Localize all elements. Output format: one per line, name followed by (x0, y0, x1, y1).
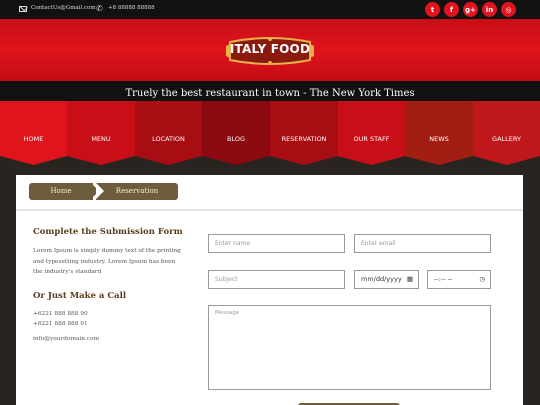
breadcrumb-current: Reservation (96, 183, 178, 200)
nav-zigzag-divider (0, 150, 540, 166)
topbar-email[interactable]: ContactUs@Gmail.com (31, 5, 96, 11)
call-heading: Or Just Make a Call (33, 291, 127, 301)
linkedin-icon[interactable]: in (482, 2, 497, 17)
date-placeholder: mm/dd/yyyy (361, 275, 402, 283)
form-description: Lorem Ipsum is simply dummy text of the … (33, 248, 181, 275)
breadcrumb-home[interactable]: Home (29, 183, 93, 200)
clock-icon[interactable]: ◷ (479, 271, 485, 288)
tagline-bar: Truely the best restaurant in town - The… (0, 81, 540, 101)
time-placeholder: --:-- -- (434, 275, 453, 283)
contact-phone-2[interactable]: +6221 888 888 91 (33, 321, 88, 327)
mail-icon (19, 6, 27, 12)
message-textarea[interactable] (208, 305, 491, 390)
main-nav: HOME MENU LOCATION BLOG RESERVATION OUR … (0, 101, 540, 166)
breadcrumb-notch (96, 183, 104, 199)
calendar-icon[interactable]: ▦ (407, 271, 413, 288)
time-input[interactable]: --:-- -- ◷ (427, 270, 491, 289)
logo[interactable]: ITALY FOOD (226, 36, 314, 66)
site-header: ITALY FOOD (0, 19, 540, 81)
contact-phone-1[interactable]: +6221 888 888 90 (33, 311, 88, 317)
instagram-icon[interactable]: ◎ (501, 2, 516, 17)
facebook-icon[interactable]: f (444, 2, 459, 17)
topbar-phone[interactable]: +8 88888 88888 (108, 5, 155, 11)
content-card: Home Reservation Complete the Submission… (16, 175, 523, 405)
phone-icon: ✆ (96, 4, 103, 13)
subject-input[interactable] (208, 270, 345, 289)
date-input[interactable]: mm/dd/yyyy ▦ (354, 270, 419, 289)
logo-text: ITALY FOOD (229, 42, 311, 56)
top-bar: ContactUs@Gmail.com ✆ +8 88888 88888 t f… (0, 0, 540, 19)
contact-email[interactable]: info@yourdomain.com (33, 336, 99, 342)
tagline: Truely the best restaurant in town - The… (125, 88, 415, 99)
form-heading: Complete the Submission Form (33, 227, 183, 237)
name-input[interactable] (208, 234, 345, 253)
email-input[interactable] (354, 234, 491, 253)
divider (16, 209, 523, 211)
twitter-icon[interactable]: t (425, 2, 440, 17)
google-plus-icon[interactable]: g+ (463, 2, 478, 17)
